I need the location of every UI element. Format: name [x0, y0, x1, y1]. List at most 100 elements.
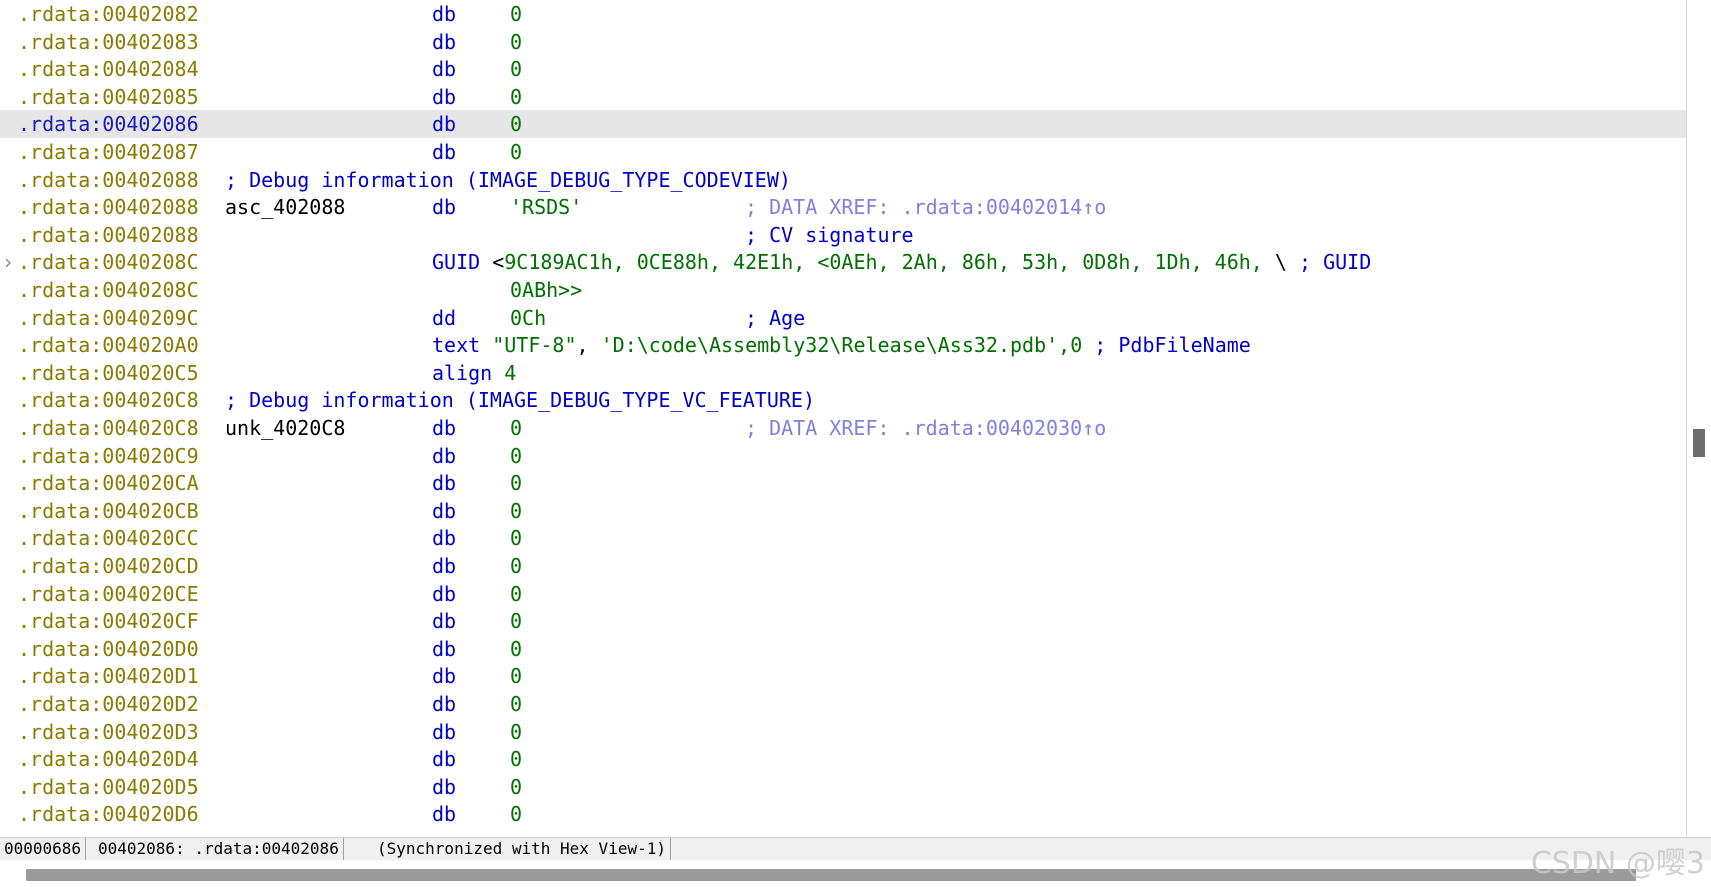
line-address[interactable]: .rdata:00402086: [18, 110, 199, 138]
disasm-line[interactable]: .rdata:004020D2 db 0: [0, 690, 1686, 718]
line-operand[interactable]: 0: [510, 28, 522, 56]
line-address[interactable]: .rdata:00402085: [18, 83, 199, 111]
disasm-line[interactable]: .rdata:004020CA db 0: [0, 469, 1686, 497]
line-address[interactable]: .rdata:00402087: [18, 138, 199, 166]
line-address[interactable]: .rdata:004020C9: [18, 442, 199, 470]
line-address[interactable]: .rdata:004020D0: [18, 635, 199, 663]
line-operand[interactable]: 0: [510, 580, 522, 608]
line-address[interactable]: .rdata:004020C8: [18, 386, 199, 414]
disasm-line[interactable]: .rdata:004020D4 db 0: [0, 745, 1686, 773]
disasm-line[interactable]: .rdata:004020CE db 0: [0, 580, 1686, 608]
line-operand[interactable]: 0: [510, 800, 522, 828]
line-operand[interactable]: 0: [510, 110, 522, 138]
line-mnemonic[interactable]: db: [432, 110, 456, 138]
disasm-line[interactable]: .rdata:0040208C 0ABh>>: [0, 276, 1686, 304]
line-address[interactable]: .rdata:004020CA: [18, 469, 199, 497]
disasm-line[interactable]: .rdata:004020D3 db 0: [0, 718, 1686, 746]
disasm-line[interactable]: .rdata:004020CD db 0: [0, 552, 1686, 580]
line-operand[interactable]: 0Ch: [510, 304, 546, 332]
line-operand[interactable]: 'RSDS': [510, 193, 582, 221]
disasm-line[interactable]: .rdata:00402083 db 0: [0, 28, 1686, 56]
disasm-line[interactable]: .rdata:004020C8 ; Debug information (IMAG…: [0, 386, 1686, 414]
line-operand[interactable]: 0: [510, 497, 522, 525]
line-operand[interactable]: 0: [510, 552, 522, 580]
line-mnemonic[interactable]: db: [432, 55, 456, 83]
line-address[interactable]: .rdata:004020D1: [18, 662, 199, 690]
disasm-line[interactable]: .rdata:00402088 ; Debug information (IMAG…: [0, 166, 1686, 194]
horizontal-scroll-thumb[interactable]: [26, 869, 1636, 881]
disassembly-view[interactable]: .rdata:00402082 db 0 .rdata:00402083 db 0 .rda…: [0, 0, 1687, 837]
line-mnemonic[interactable]: db: [432, 635, 456, 663]
line-address[interactable]: .rdata:00402088: [18, 221, 199, 249]
disasm-line[interactable]: .rdata:004020D5 db 0: [0, 773, 1686, 801]
line-address[interactable]: .rdata:00402084: [18, 55, 199, 83]
line-mnemonic[interactable]: db: [432, 552, 456, 580]
vertical-scroll-thumb[interactable]: [1693, 429, 1705, 457]
disasm-line[interactable]: .rdata:004020CC db 0: [0, 524, 1686, 552]
line-mnemonic[interactable]: dd: [432, 304, 456, 332]
vertical-scrollbar[interactable]: [1690, 0, 1711, 837]
disasm-line[interactable]: .rdata:00402088 asc_402088 db 'RSDS' ; DATA …: [0, 193, 1686, 221]
line-mnemonic[interactable]: db: [432, 497, 456, 525]
disasm-line[interactable]: .rdata:004020C9 db 0: [0, 442, 1686, 470]
line-operand[interactable]: 0: [510, 662, 522, 690]
line-address[interactable]: .rdata:004020D2: [18, 690, 199, 718]
line-operand[interactable]: 0: [510, 138, 522, 166]
line-address[interactable]: .rdata:00402083: [18, 28, 199, 56]
line-xref[interactable]: ; DATA XREF: .rdata:00402030↑o: [745, 414, 1106, 442]
line-address[interactable]: .rdata:004020CB: [18, 497, 199, 525]
line-mnemonic[interactable]: db: [432, 800, 456, 828]
line-operand[interactable]: 0: [510, 414, 522, 442]
disasm-line[interactable]: .rdata:00402088 ; CV signature: [0, 221, 1686, 249]
line-address[interactable]: .rdata:0040208C: [18, 248, 199, 276]
line-operand[interactable]: 0: [510, 83, 522, 111]
line-address[interactable]: .rdata:004020A0: [18, 331, 199, 359]
line-operand[interactable]: 0: [510, 690, 522, 718]
line-address[interactable]: .rdata:004020CC: [18, 524, 199, 552]
line-mnemonic[interactable]: db: [432, 83, 456, 111]
line-mnemonic[interactable]: db: [432, 745, 456, 773]
line-operand[interactable]: 0: [510, 0, 522, 28]
line-address[interactable]: .rdata:004020C8: [18, 414, 199, 442]
line-mnemonic[interactable]: db: [432, 580, 456, 608]
line-mnemonic[interactable]: db: [432, 193, 456, 221]
line-mnemonic[interactable]: db: [432, 690, 456, 718]
disasm-line[interactable]: .rdata:00402082 db 0: [0, 0, 1686, 28]
expand-arrow-icon[interactable]: ›: [2, 248, 14, 276]
line-operand[interactable]: 0: [510, 607, 522, 635]
line-xref[interactable]: ; DATA XREF: .rdata:00402014↑o: [745, 193, 1106, 221]
line-mnemonic[interactable]: db: [432, 138, 456, 166]
line-mnemonic[interactable]: db: [432, 0, 456, 28]
disasm-line[interactable]: .rdata:00402084 db 0: [0, 55, 1686, 83]
line-operand[interactable]: 0: [510, 718, 522, 746]
line-mnemonic[interactable]: db: [432, 524, 456, 552]
line-mnemonic[interactable]: db: [432, 718, 456, 746]
line-operand[interactable]: 0: [510, 469, 522, 497]
line-address[interactable]: .rdata:004020C5: [18, 359, 199, 387]
line-mnemonic[interactable]: db: [432, 28, 456, 56]
line-operand[interactable]: 0: [510, 745, 522, 773]
disasm-line[interactable]: › .rdata:0040208C GUID <9C189AC1h, 0CE88h,…: [0, 248, 1686, 276]
line-operand[interactable]: 0: [510, 773, 522, 801]
line-mnemonic[interactable]: db: [432, 773, 456, 801]
disasm-line[interactable]: .rdata:004020D1 db 0: [0, 662, 1686, 690]
line-address[interactable]: .rdata:004020CF: [18, 607, 199, 635]
line-address[interactable]: .rdata:004020CD: [18, 552, 199, 580]
line-mnemonic[interactable]: db: [432, 442, 456, 470]
disasm-line[interactable]: .rdata:004020CB db 0: [0, 497, 1686, 525]
line-operand[interactable]: 0: [510, 55, 522, 83]
line-address[interactable]: .rdata:004020D5: [18, 773, 199, 801]
line-operand[interactable]: 0: [510, 635, 522, 663]
disasm-line[interactable]: .rdata:004020D0 db 0: [0, 635, 1686, 663]
line-address[interactable]: .rdata:00402088: [18, 193, 199, 221]
line-operand[interactable]: 0: [510, 442, 522, 470]
disasm-line[interactable]: .rdata:004020CF db 0: [0, 607, 1686, 635]
line-address[interactable]: .rdata:004020D6: [18, 800, 199, 828]
line-mnemonic[interactable]: db: [432, 607, 456, 635]
disasm-line[interactable]: .rdata:004020C5 align 4: [0, 359, 1686, 387]
line-mnemonic[interactable]: db: [432, 469, 456, 497]
line-address[interactable]: .rdata:00402088: [18, 166, 199, 194]
line-address[interactable]: .rdata:004020CE: [18, 580, 199, 608]
line-operand[interactable]: 0: [510, 524, 522, 552]
disasm-line[interactable]: .rdata:004020D6 db 0: [0, 800, 1686, 828]
